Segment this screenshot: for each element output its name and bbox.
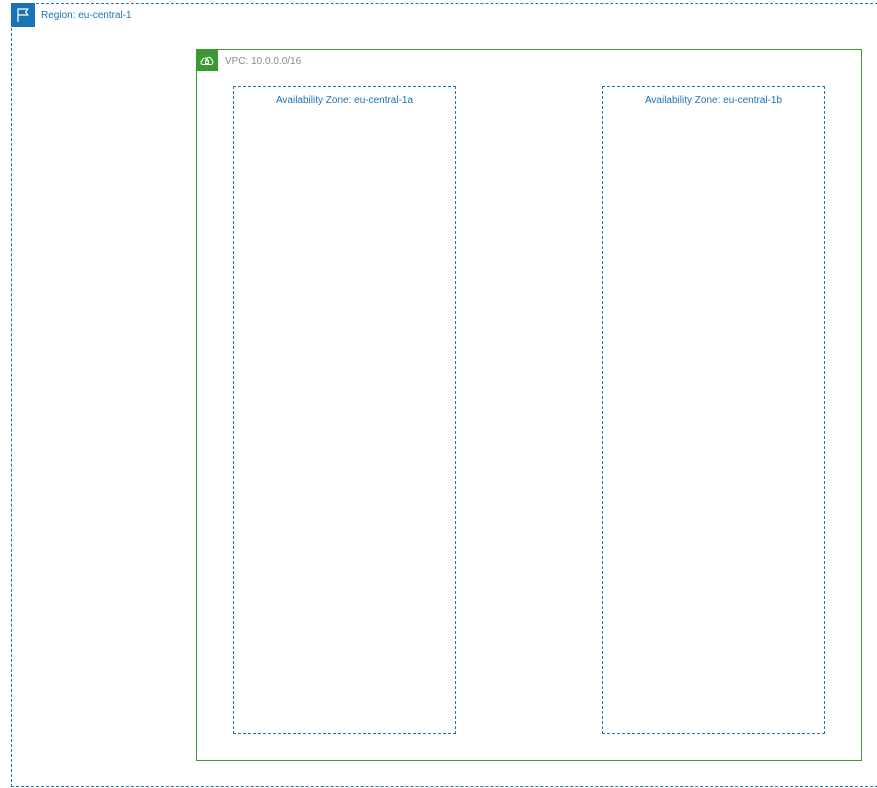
availability-zone-1a[interactable]: Availability Zone: eu-central-1a [233,86,456,734]
vpc-label: VPC: 10.0.0.0/16 [225,56,302,67]
availability-zone-label: Availability Zone: eu-central-1b [644,95,783,106]
flag-icon [11,3,35,27]
availability-zone-label: Availability Zone: eu-central-1a [275,95,414,106]
cloud-lock-icon [196,49,218,71]
availability-zone-1b[interactable]: Availability Zone: eu-central-1b [602,86,825,734]
region-label: Region: eu-central-1 [41,10,132,21]
